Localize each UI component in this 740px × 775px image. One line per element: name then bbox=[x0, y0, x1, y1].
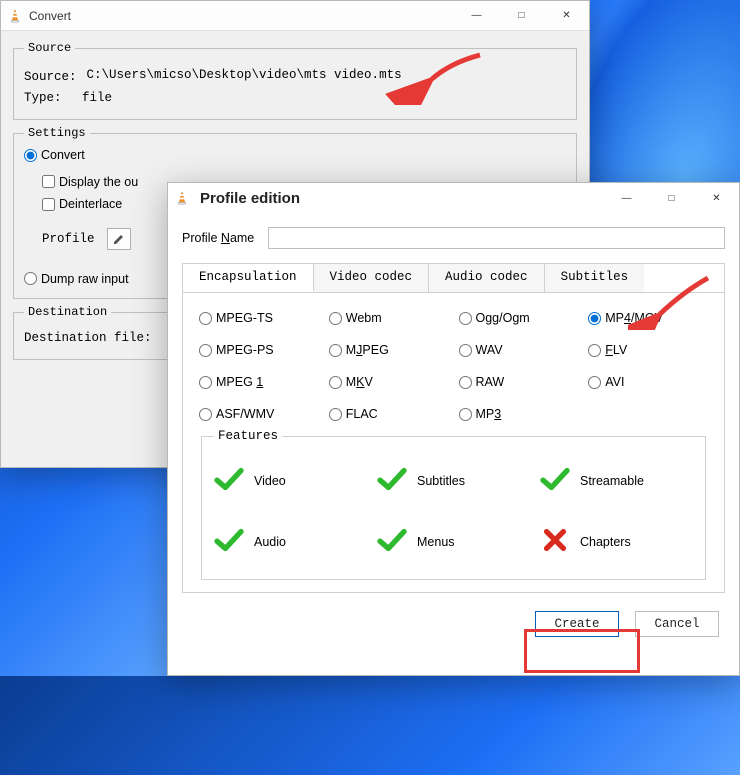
maximize-button[interactable]: □ bbox=[649, 184, 694, 212]
profile-titlebar[interactable]: Profile edition — □ ✕ bbox=[168, 183, 739, 213]
feature-subtitles: Subtitles bbox=[377, 467, 530, 494]
convert-titlebar[interactable]: Convert — □ ✕ bbox=[1, 1, 589, 31]
feature-label: Audio bbox=[254, 535, 286, 549]
settings-legend: Settings bbox=[24, 126, 90, 140]
type-label: Type: bbox=[24, 91, 76, 105]
check-icon bbox=[214, 467, 244, 494]
tab-encapsulation[interactable]: Encapsulation bbox=[183, 264, 314, 292]
tab-video-codec[interactable]: Video codec bbox=[314, 264, 430, 292]
check-icon bbox=[540, 467, 570, 494]
profile-name-input[interactable] bbox=[268, 227, 725, 249]
minimize-button[interactable]: — bbox=[454, 2, 499, 30]
create-button[interactable]: Create bbox=[535, 611, 619, 637]
format-radio-flac[interactable]: FLAC bbox=[329, 407, 449, 421]
format-radio-mp3[interactable]: MP3 bbox=[459, 407, 579, 421]
profile-window-title: Profile edition bbox=[200, 190, 300, 207]
feature-label: Chapters bbox=[580, 535, 631, 549]
vlc-cone-icon bbox=[174, 190, 190, 206]
format-radio-mpeg-1[interactable]: MPEG 1 bbox=[199, 375, 319, 389]
cross-icon bbox=[540, 528, 570, 555]
source-group: Source Source: C:\Users\micso\Desktop\vi… bbox=[13, 41, 577, 120]
check-icon bbox=[377, 467, 407, 494]
encapsulation-panel: MPEG-TS Webm Ogg/Ogm MP4/MOV MPEG-PS MJPEG WAV… bbox=[182, 292, 725, 593]
convert-radio[interactable]: Convert bbox=[24, 148, 85, 162]
dump-raw-radio[interactable]: Dump raw input bbox=[24, 272, 129, 286]
deinterlace-checkbox[interactable]: Deinterlace bbox=[42, 197, 122, 211]
format-radio-flv[interactable]: FLV bbox=[588, 343, 708, 357]
format-radio-asf-wmv[interactable]: ASF/WMV bbox=[199, 407, 319, 421]
format-radio-mpeg-ts[interactable]: MPEG-TS bbox=[199, 311, 319, 325]
feature-chapters: Chapters bbox=[540, 528, 693, 555]
profile-name-label: Profile Name bbox=[182, 231, 254, 246]
feature-menus: Menus bbox=[377, 528, 530, 555]
feature-label: Video bbox=[254, 474, 286, 488]
display-output-checkbox[interactable]: Display the ou bbox=[42, 175, 138, 189]
minimize-button[interactable]: — bbox=[604, 184, 649, 212]
source-legend: Source bbox=[24, 41, 75, 55]
destination-label: Destination file: bbox=[24, 331, 152, 345]
profile-label: Profile bbox=[42, 232, 95, 246]
format-radio-ogg-ogm[interactable]: Ogg/Ogm bbox=[459, 311, 579, 325]
check-icon bbox=[377, 528, 407, 555]
destination-legend: Destination bbox=[24, 305, 111, 319]
feature-label: Subtitles bbox=[417, 474, 465, 488]
feature-audio: Audio bbox=[214, 528, 367, 555]
format-radio-mpeg-ps[interactable]: MPEG-PS bbox=[199, 343, 319, 357]
source-label: Source: bbox=[24, 70, 77, 84]
vlc-cone-icon bbox=[7, 8, 23, 24]
feature-label: Streamable bbox=[580, 474, 644, 488]
feature-label: Menus bbox=[417, 535, 455, 549]
format-radio-mjpeg[interactable]: MJPEG bbox=[329, 343, 449, 357]
feature-video: Video bbox=[214, 467, 367, 494]
close-button[interactable]: ✕ bbox=[544, 2, 589, 30]
format-radio-webm[interactable]: Webm bbox=[329, 311, 449, 325]
format-radio-mp4-mov[interactable]: MP4/MOV bbox=[588, 311, 708, 325]
format-radio-wav[interactable]: WAV bbox=[459, 343, 579, 357]
profile-edit-button[interactable] bbox=[107, 228, 131, 250]
source-value: C:\Users\micso\Desktop\video\mts video.m… bbox=[83, 67, 566, 87]
check-icon bbox=[214, 528, 244, 555]
format-radio-avi[interactable]: AVI bbox=[588, 375, 708, 389]
features-group: Features Video Subtitles Streamable Audio Me… bbox=[201, 429, 706, 580]
feature-streamable: Streamable bbox=[540, 467, 693, 494]
tab-audio-codec[interactable]: Audio codec bbox=[429, 264, 545, 292]
close-button[interactable]: ✕ bbox=[694, 184, 739, 212]
features-legend: Features bbox=[214, 429, 282, 443]
tab-bar: Encapsulation Video codec Audio codec Su… bbox=[182, 263, 725, 292]
format-radio-raw[interactable]: RAW bbox=[459, 375, 579, 389]
maximize-button[interactable]: □ bbox=[499, 2, 544, 30]
convert-window-title: Convert bbox=[29, 9, 454, 23]
type-value: file bbox=[82, 91, 112, 105]
format-radio-mkv[interactable]: MKV bbox=[329, 375, 449, 389]
cancel-button[interactable]: Cancel bbox=[635, 611, 719, 637]
tab-subtitles[interactable]: Subtitles bbox=[545, 264, 645, 292]
